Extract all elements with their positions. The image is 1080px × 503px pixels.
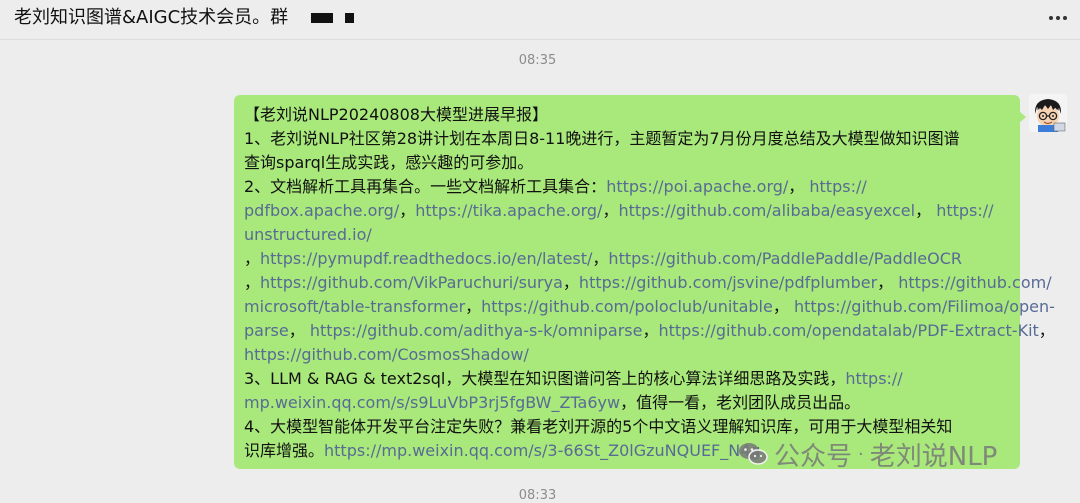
message-line: unstructured.io/: [244, 223, 372, 246]
message-link[interactable]: https://github.com/adithya-s-k/omniparse: [310, 321, 643, 340]
message-link[interactable]: https://github.com/VikParuchuri/surya: [260, 273, 563, 292]
message-bubble[interactable]: 【老刘说NLP20240808大模型进展早报】 1、老刘说NLP社区第28讲计划…: [234, 95, 1055, 469]
avatar[interactable]: [1029, 94, 1067, 132]
message-link[interactable]: https://github.com/jsvine/pdfplumber: [579, 273, 877, 292]
message-text: ，: [592, 249, 609, 268]
message-link[interactable]: unstructured.io/: [244, 225, 372, 244]
message-text: ，: [399, 201, 416, 220]
message-link[interactable]: https://pymupdf.readthedocs.io/en/latest…: [260, 249, 592, 268]
message-link[interactable]: https://github.com/alibaba/easyexcel: [618, 201, 915, 220]
message-link[interactable]: https://github.com/poloclub/unitable: [481, 297, 773, 316]
watermark-name: 老刘说NLP: [869, 441, 998, 472]
message-line: ，https://pymupdf.readthedocs.io/en/lates…: [244, 247, 962, 270]
message-link[interactable]: pdfbox.apache.org/: [244, 201, 399, 220]
more-dot-icon: [1049, 16, 1053, 20]
message-text: ，: [772, 297, 789, 316]
message-link[interactable]: mp.weixin.qq.com/s/s9LuVbP3rj5fgBW_ZTa6y…: [244, 393, 620, 412]
message-timestamp: 08:33: [518, 488, 557, 503]
chat-header: 老刘知识图谱&AIGC技术会员。群: [0, 0, 1080, 40]
message-text: 【老刘说NLP20240808大模型进展早报】: [244, 105, 548, 124]
message-text: ，: [642, 321, 659, 340]
message-link[interactable]: https://github.com/PaddlePaddle/PaddleOC…: [608, 249, 962, 268]
message-timestamp: 08:35: [518, 53, 557, 68]
message-link[interactable]: https://poi.apache.org/: [606, 177, 788, 196]
message-text: ，: [465, 297, 482, 316]
more-dot-icon: [1063, 16, 1067, 20]
message-text: 识库增强。: [244, 441, 325, 460]
message-line: 识库增强。https://mp.weixin.qq.com/s/3-66St_Z…: [244, 439, 761, 462]
message-link[interactable]: https://tika.apache.org/: [415, 201, 602, 220]
message-link[interactable]: https://: [845, 369, 902, 388]
message-text: 3、LLM & RAG & text2sql，大模型在知识图谱问答上的核心算法详…: [244, 369, 846, 388]
message-line: 【老刘说NLP20240808大模型进展早报】: [244, 103, 548, 126]
message-line: https://github.com/CosmosShadow/: [244, 343, 529, 366]
message-text: ，: [788, 177, 805, 196]
message-line: 1、老刘说NLP社区第28讲计划在本周日8-11晚进行，主题暂定为7月份月度总结…: [244, 127, 960, 150]
message-link[interactable]: https://: [936, 201, 993, 220]
message-text: ，: [288, 321, 305, 340]
message-link[interactable]: https://github.com/CosmosShadow/: [244, 345, 529, 364]
message-text: ，: [244, 249, 261, 268]
message-line: 查询sparql生成实践，感兴趣的可参加。: [244, 151, 533, 174]
message-text: ，值得一看，老刘团队成员出品。: [620, 393, 861, 412]
watermark: 公众号 · 老刘说NLP: [738, 436, 997, 472]
message-line: microsoft/table-transformer，https://gith…: [244, 295, 1055, 318]
cartoon-avatar-icon: [1029, 94, 1067, 132]
chat-title: 老刘知识图谱&AIGC技术会员。群: [14, 7, 289, 28]
message-text: ，: [562, 273, 579, 292]
message-line: pdfbox.apache.org/，https://tika.apache.o…: [244, 199, 994, 222]
message-link[interactable]: https://mp.weixin.qq.com/s/3-66St_Z0lGzu…: [324, 441, 761, 460]
message-text: 2、文档解析工具再集合。一些文档解析工具集合：: [244, 177, 607, 196]
watermark-dot: ·: [858, 443, 864, 465]
message-link[interactable]: https://: [809, 177, 866, 196]
message-text: ，: [877, 273, 894, 292]
more-options-button[interactable]: [1048, 7, 1068, 29]
message-text: ，: [244, 273, 261, 292]
watermark-brand: 公众号: [774, 441, 853, 472]
bubble-arrow: [1019, 111, 1026, 123]
message-text: 查询sparql生成实践，感兴趣的可参加。: [244, 153, 534, 172]
message-link[interactable]: parse: [244, 321, 289, 340]
message-text: ，: [915, 201, 932, 220]
message-line: parse， https://github.com/adithya-s-k/om…: [244, 319, 1055, 342]
message-text: ，: [602, 201, 619, 220]
message-line: mp.weixin.qq.com/s/s9LuVbP3rj5fgBW_ZTa6y…: [244, 391, 860, 414]
message-text: 1、老刘说NLP社区第28讲计划在本周日8-11晚进行，主题暂定为7月份月度总结…: [244, 129, 960, 148]
message-link[interactable]: microsoft/table-transformer: [244, 297, 465, 316]
message-line: 2、文档解析工具再集合。一些文档解析工具集合：https://poi.apach…: [244, 175, 867, 198]
message-line: ，https://github.com/VikParuchuri/surya，h…: [244, 271, 1052, 294]
more-dot-icon: [1056, 16, 1060, 20]
message-text: 4、大模型智能体开发平台注定失败？兼看老刘开源的5个中文语义理解知识库，可用于大…: [244, 417, 953, 436]
message-link[interactable]: https://github.com/Filimoa/open-: [794, 297, 1055, 316]
wechat-icon: [739, 443, 768, 465]
message-link[interactable]: https://github.com/opendatalab/PDF-Extra…: [658, 321, 1038, 340]
message-line: 3、LLM & RAG & text2sql，大模型在知识图谱问答上的核心算法详…: [244, 367, 903, 390]
redacted-block: [345, 13, 354, 23]
redacted-block: [311, 13, 333, 23]
message-link[interactable]: https://github.com/: [898, 273, 1051, 292]
message-text: ，: [1038, 321, 1055, 340]
